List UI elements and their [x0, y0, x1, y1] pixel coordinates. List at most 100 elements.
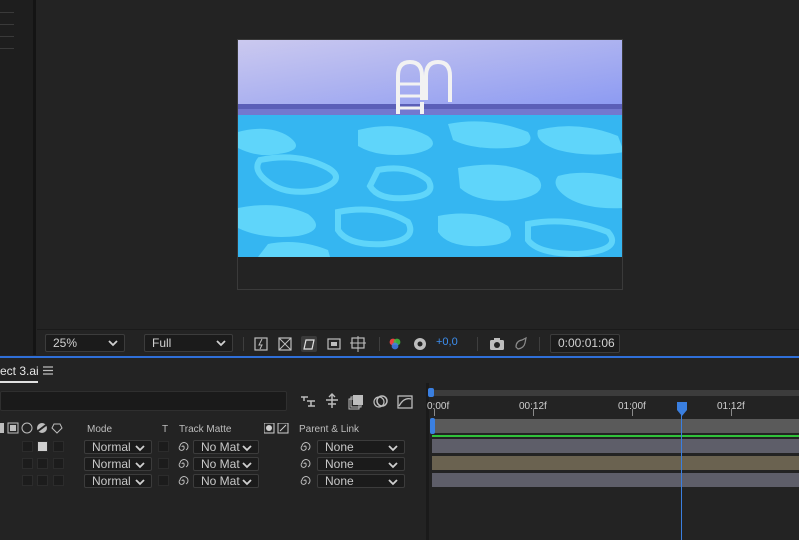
track-matte-dropdown[interactable]: No Mat — [193, 474, 259, 488]
mask-visibility-icon[interactable] — [301, 336, 317, 352]
reset-exposure-icon[interactable] — [412, 336, 428, 352]
switch-box[interactable] — [22, 441, 33, 452]
motion-blur-icon[interactable] — [372, 393, 390, 410]
ruler-tick — [632, 409, 633, 416]
mode-value: Normal — [92, 474, 131, 488]
preserve-transparency-box[interactable] — [158, 458, 169, 469]
mode-dropdown[interactable]: Normal — [84, 474, 152, 488]
empty-area — [238, 257, 622, 289]
layer-row[interactable]: Normal No Mat None — [0, 439, 426, 456]
chevron-down-icon — [242, 462, 252, 469]
separator — [243, 337, 244, 351]
parent-pickwhip-icon[interactable] — [299, 458, 311, 470]
graph-editor-icon[interactable] — [396, 393, 414, 410]
separator — [379, 337, 380, 351]
region-of-interest-icon[interactable] — [326, 336, 342, 352]
switch-box[interactable] — [53, 458, 64, 469]
parent-value: None — [325, 440, 354, 454]
time-navigator[interactable] — [430, 390, 799, 396]
exposure-value[interactable]: +0,0 — [436, 336, 458, 348]
switch-box[interactable] — [37, 475, 48, 486]
chevron-down-icon — [388, 479, 398, 486]
chevron-down-icon — [242, 445, 252, 452]
switch-box[interactable] — [22, 458, 33, 469]
separator — [539, 337, 540, 351]
comp-mini-flowchart-icon[interactable] — [299, 393, 317, 410]
zoom-dropdown[interactable]: 25% — [45, 334, 125, 352]
grid-guides-icon[interactable] — [350, 336, 366, 352]
render-status-line — [432, 435, 799, 437]
playhead-handle[interactable] — [677, 402, 687, 416]
work-area-bar[interactable] — [432, 419, 799, 433]
chevron-down-icon — [135, 462, 145, 469]
draft-3d-icon[interactable] — [323, 393, 341, 410]
camera-snapshot-icon[interactable] — [489, 336, 505, 352]
switches-icons — [0, 422, 63, 434]
mode-dropdown[interactable]: Normal — [84, 457, 152, 471]
adjustment-switch[interactable] — [37, 441, 48, 452]
matte-switch-icons — [264, 423, 289, 434]
parent-dropdown[interactable]: None — [317, 440, 405, 454]
pickwhip-icon[interactable] — [177, 475, 189, 487]
strip-line — [0, 48, 14, 49]
switch-box[interactable] — [53, 475, 64, 486]
mode-value: Normal — [92, 440, 131, 454]
parent-dropdown[interactable]: None — [317, 474, 405, 488]
chevron-down-icon — [388, 462, 398, 469]
composition-frame[interactable] — [237, 39, 623, 290]
chevron-down-icon — [388, 445, 398, 452]
left-panel-strip — [0, 0, 36, 355]
pool-artwork — [238, 40, 622, 289]
mode-dropdown[interactable]: Normal — [84, 440, 152, 454]
layer-duration-bar[interactable] — [432, 456, 799, 470]
track-matte-column-header: Track Matte — [179, 424, 232, 435]
strip-line — [0, 24, 14, 25]
ruler-tick — [533, 409, 534, 416]
strip-line — [0, 12, 14, 13]
layer-row[interactable]: Normal No Mat None — [0, 473, 426, 490]
chevron-down-icon — [242, 479, 252, 486]
mode-value: Normal — [92, 457, 131, 471]
parent-value: None — [325, 474, 354, 488]
layer-duration-bar[interactable] — [432, 473, 799, 487]
frame-blending-icon[interactable] — [348, 393, 366, 410]
timecode-value: 0:00:01:06 — [558, 336, 615, 350]
track-matte-dropdown[interactable]: No Mat — [193, 457, 259, 471]
resolution-dropdown[interactable]: Full — [144, 334, 233, 352]
menu-icon[interactable] — [43, 366, 53, 375]
switch-box[interactable] — [37, 458, 48, 469]
preserve-transparency-box[interactable] — [158, 441, 169, 452]
pool-edge-shade — [238, 109, 622, 115]
channels-icon[interactable] — [387, 336, 403, 352]
time-navigator-start-handle[interactable] — [428, 388, 434, 397]
work-area-start-handle[interactable] — [430, 418, 435, 434]
layer-row[interactable]: Normal No Mat None — [0, 456, 426, 473]
parent-pickwhip-icon[interactable] — [299, 475, 311, 487]
mode-column-header: Mode — [87, 424, 113, 435]
tab-underline — [0, 381, 38, 383]
track-matte-dropdown[interactable]: No Mat — [193, 440, 259, 454]
pool-edge — [238, 104, 622, 109]
show-snapshot-icon[interactable] — [513, 336, 529, 352]
layer-search-input[interactable] — [0, 391, 287, 411]
parent-dropdown[interactable]: None — [317, 457, 405, 471]
playhead-line — [681, 405, 682, 540]
chevron-down-icon — [108, 340, 118, 347]
chevron-down-icon — [216, 340, 226, 347]
pickwhip-icon[interactable] — [177, 441, 189, 453]
preserve-transparency-box[interactable] — [158, 475, 169, 486]
composition-tab[interactable]: ect 3.ai — [0, 364, 39, 378]
pickwhip-icon[interactable] — [177, 458, 189, 470]
layer-duration-bar[interactable] — [432, 439, 799, 453]
resolution-value: Full — [152, 336, 172, 350]
switch-box[interactable] — [53, 441, 64, 452]
transparency-grid-icon[interactable] — [277, 336, 293, 352]
matte-value: No Mat — [201, 440, 240, 454]
fast-preview-icon[interactable] — [253, 336, 269, 352]
ruler-tick — [731, 409, 732, 416]
parent-pickwhip-icon[interactable] — [299, 441, 311, 453]
t-column-header: T — [162, 424, 169, 435]
viewer-toolbar: 25% Full +0,0 0:00:01:06 — [37, 329, 799, 357]
timecode-field[interactable]: 0:00:01:06 — [550, 334, 620, 353]
switch-box[interactable] — [22, 475, 33, 486]
